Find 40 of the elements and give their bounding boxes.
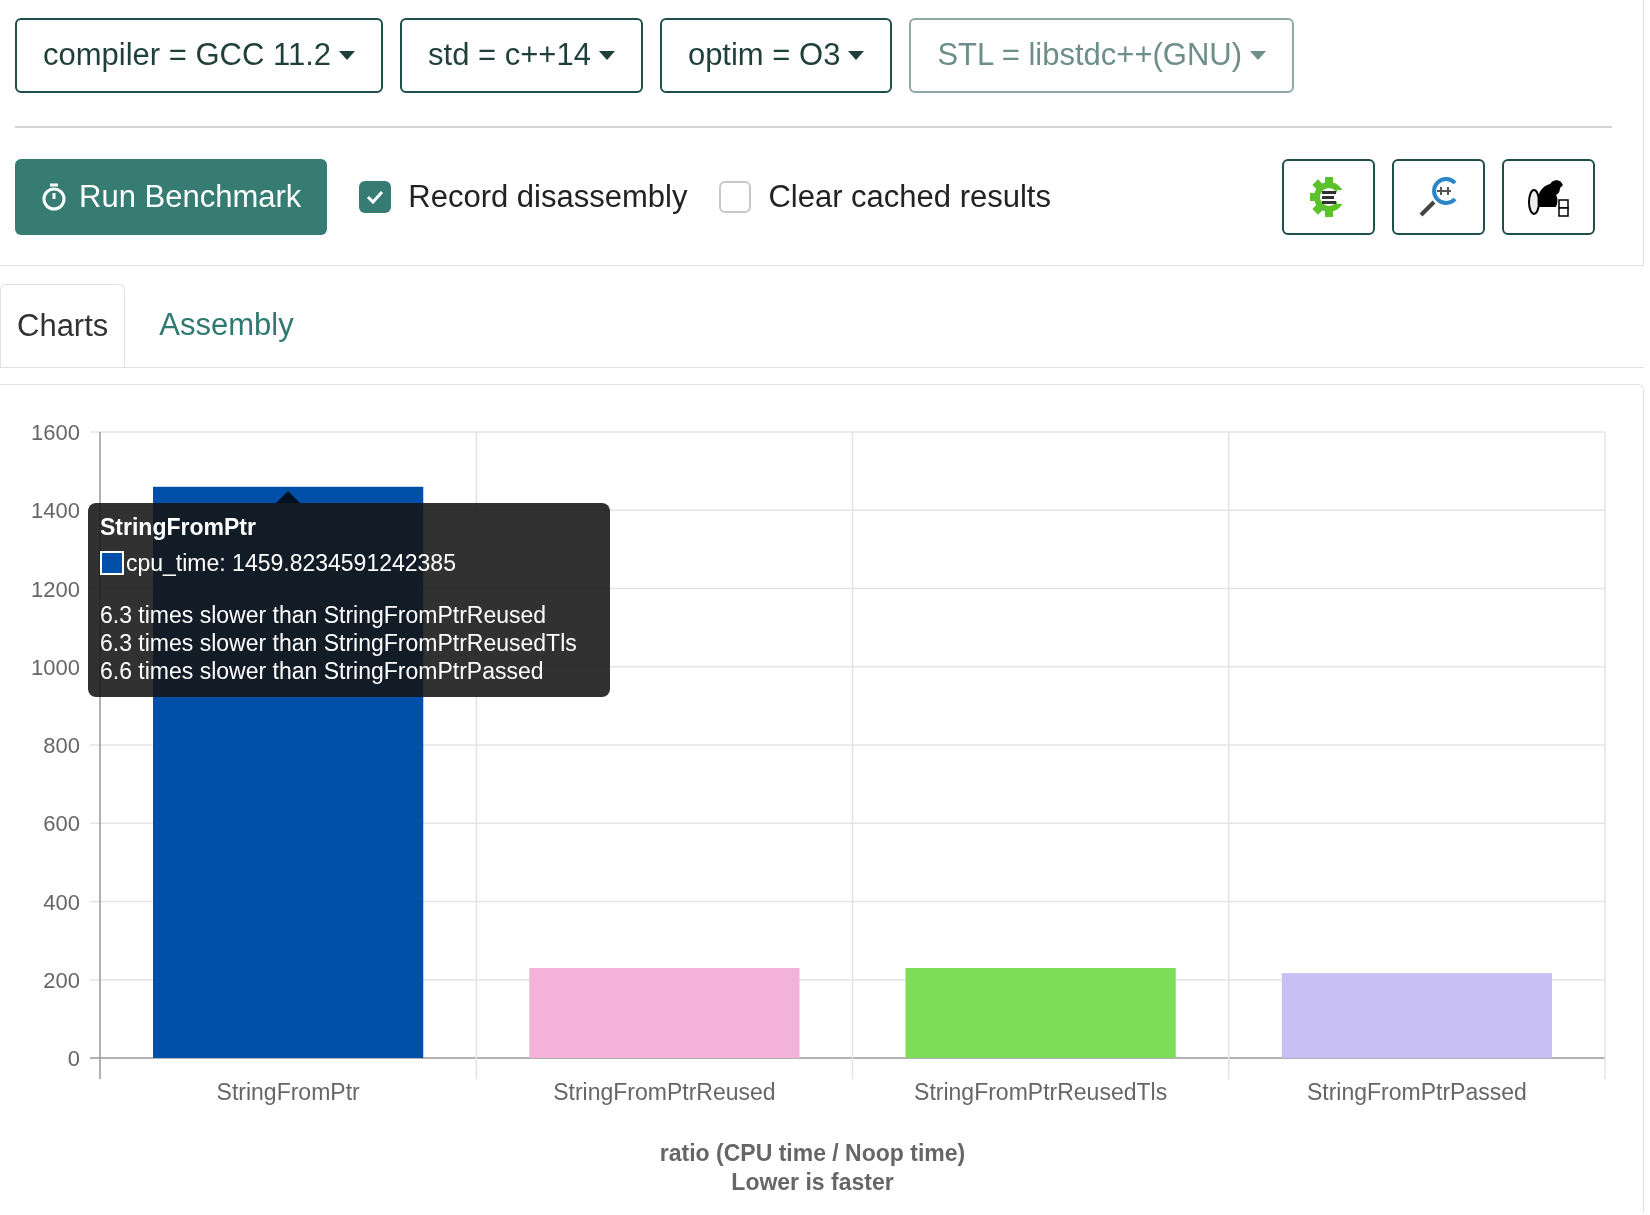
x-axis-label: StringFromPtr (216, 1079, 360, 1105)
checkbox-label: Record disassembly (408, 177, 688, 216)
x-axis-label: StringFromPtrPassed (1306, 1079, 1527, 1105)
tooltip-title: StringFromPtr (100, 513, 257, 541)
x-axis-label: StringFromPtrReusedTls (914, 1079, 1168, 1105)
y-axis-label: 600 (43, 811, 80, 837)
axis-title: ratio (CPU time / Noop time) (659, 1140, 966, 1166)
y-axis-label: 1200 (31, 576, 80, 602)
search-icon-button[interactable] (1392, 159, 1485, 235)
y-axis-label: 200 (43, 967, 80, 993)
gear-icon-button[interactable] (1282, 159, 1375, 235)
y-axis-label: 1000 (31, 654, 80, 680)
y-axis-label: 800 (43, 733, 80, 758)
caret-icon (598, 50, 615, 61)
tooltip-line: 6.3 times slower than StringFromPtrReused (100, 601, 548, 629)
y-axis-label: 1400 (31, 498, 80, 524)
tab[interactable]: Charts (0, 284, 126, 367)
dropdown-button[interactable]: optim = O3 (659, 18, 893, 93)
axis-note: Lower is faster (731, 1169, 894, 1195)
caret-icon (848, 50, 865, 61)
y-axis-label: 1600 (31, 420, 80, 445)
x-axis-label: StringFromPtrReused (553, 1079, 776, 1105)
checkbox[interactable] (359, 181, 392, 213)
dropdown-button[interactable]: compiler = GCC 11.2 (15, 18, 383, 93)
tooltip-line: 6.6 times slower than StringFromPtrPassed (100, 657, 545, 685)
tooltip-arrow (276, 491, 300, 503)
y-axis-label: 400 (43, 889, 80, 915)
y-axis-label: 0 (67, 1046, 80, 1071)
caret-icon (1250, 50, 1267, 61)
tab[interactable]: Assembly (143, 284, 310, 367)
dropdown-button[interactable]: std = c++14 (400, 18, 643, 93)
checkbox[interactable] (719, 181, 752, 213)
beaver-icon-button[interactable] (1502, 159, 1595, 235)
run-benchmark-button[interactable]: Run Benchmark (15, 159, 328, 235)
tooltip-value: cpu_time: 1459.8234591242385 (126, 549, 456, 577)
checkbox-label: Clear cached results (768, 177, 1051, 216)
stopwatch-icon (41, 183, 67, 211)
caret-icon (339, 50, 355, 61)
check-icon (366, 190, 385, 204)
tooltip-line: 6.3 times slower than StringFromPtrReusedTls (100, 629, 578, 657)
